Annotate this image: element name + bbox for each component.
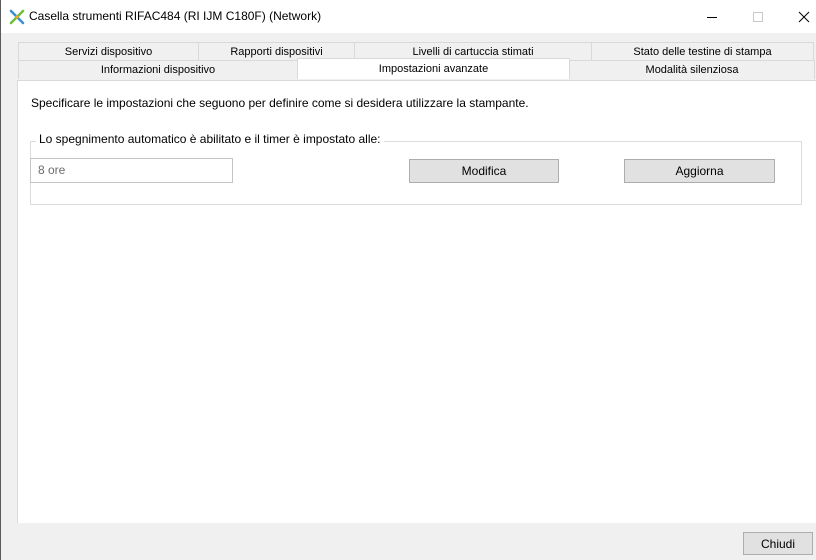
close-icon: [798, 11, 810, 22]
close-window-button[interactable]: [781, 0, 816, 33]
tab-impostazioni-avanzate[interactable]: Impostazioni avanzate: [297, 58, 570, 79]
tab-servizi-dispositivo[interactable]: Servizi dispositivo: [18, 42, 199, 61]
tab-row-bottom: Informazioni dispositivo Impostazioni av…: [18, 58, 815, 79]
maximize-icon: [753, 11, 763, 22]
panel-description: Specificare le impostazioni che seguono …: [31, 96, 529, 110]
minimize-icon: [707, 16, 717, 18]
minimize-button[interactable]: [689, 0, 735, 33]
printer-toolbox-icon: [9, 9, 25, 25]
tab-informazioni-dispositivo[interactable]: Informazioni dispositivo: [18, 60, 298, 79]
title-bar[interactable]: Casella strumenti RIFAC484 (RI IJM C180F…: [1, 0, 816, 33]
timer-value-field[interactable]: 8 ore: [30, 158, 233, 183]
toolbox-window: Casella strumenti RIFAC484 (RI IJM C180F…: [0, 0, 816, 560]
auto-off-group-label: Lo spegnimento automatico è abilitato e …: [36, 132, 384, 146]
maximize-button: [735, 0, 781, 33]
close-button[interactable]: Chiudi: [743, 532, 813, 555]
refresh-button[interactable]: Aggiorna: [624, 159, 775, 183]
window-title: Casella strumenti RIFAC484 (RI IJM C180F…: [29, 9, 322, 23]
modify-button[interactable]: Modifica: [409, 159, 559, 183]
tab-stato-testine[interactable]: Stato delle testine di stampa: [591, 42, 814, 61]
tab-modalita-silenziosa[interactable]: Modalità silenziosa: [569, 60, 815, 79]
